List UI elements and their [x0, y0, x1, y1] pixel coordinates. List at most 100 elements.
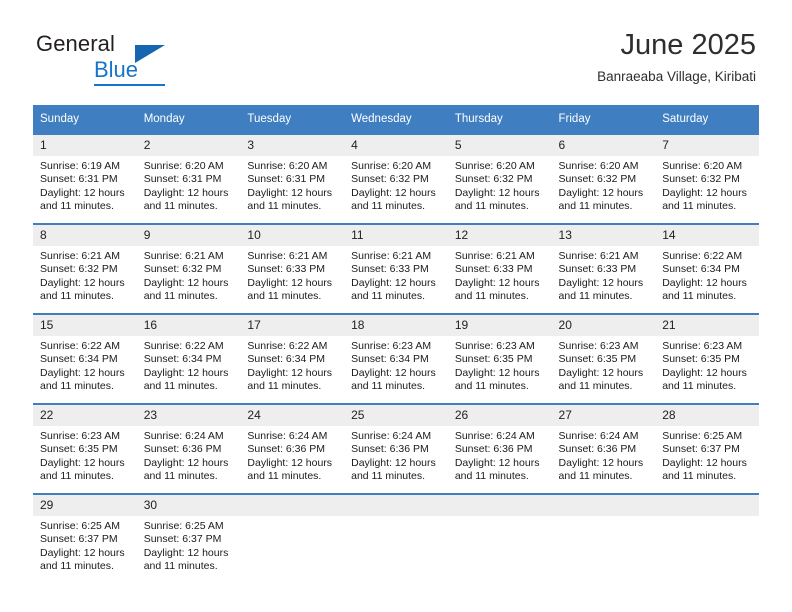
- calendar-day-cell[interactable]: 28 Sunrise: 6:25 AM Sunset: 6:37 PM Dayl…: [655, 403, 759, 494]
- day-number: 20: [551, 315, 656, 336]
- day-number: 8: [33, 225, 137, 246]
- daylight-text-line2: and 11 minutes.: [558, 290, 633, 303]
- calendar-day-cell[interactable]: 24 Sunrise: 6:24 AM Sunset: 6:36 PM Dayl…: [240, 403, 345, 494]
- sunset-text: Sunset: 6:32 PM: [558, 173, 637, 186]
- day-info: Sunrise: 6:20 AM Sunset: 6:32 PM Dayligh…: [448, 156, 552, 214]
- calendar-day-cell[interactable]: 9 Sunrise: 6:21 AM Sunset: 6:32 PM Dayli…: [136, 223, 241, 314]
- calendar-day-cell[interactable]: 20 Sunrise: 6:23 AM Sunset: 6:35 PM Dayl…: [551, 313, 656, 404]
- daylight-text-line2: and 11 minutes.: [143, 470, 218, 483]
- calendar-day-cell[interactable]: 30 Sunrise: 6:25 AM Sunset: 6:37 PM Dayl…: [136, 493, 241, 587]
- calendar-day-cell[interactable]: 6 Sunrise: 6:20 AM Sunset: 6:32 PM Dayli…: [551, 133, 656, 224]
- calendar-day-cell[interactable]: 26 Sunrise: 6:24 AM Sunset: 6:36 PM Dayl…: [447, 403, 552, 494]
- brand-logo[interactable]: General Blue: [36, 32, 216, 86]
- daylight-text-line1: Daylight: 12 hours: [143, 456, 229, 469]
- calendar-day-cell[interactable]: 25 Sunrise: 6:24 AM Sunset: 6:36 PM Dayl…: [344, 403, 448, 494]
- calendar-day-cell[interactable]: 21 Sunrise: 6:23 AM Sunset: 6:35 PM Dayl…: [655, 313, 759, 404]
- day-number: 18: [344, 315, 448, 336]
- sunrise-text: Sunrise: 6:21 AM: [558, 250, 639, 262]
- calendar-day-cell[interactable]: 7 Sunrise: 6:20 AM Sunset: 6:32 PM Dayli…: [655, 133, 759, 224]
- weekday-header-sunday: Sunday: [33, 105, 137, 134]
- daylight-text-line1: Daylight: 12 hours: [662, 366, 747, 379]
- calendar-day-cell[interactable]: 19 Sunrise: 6:23 AM Sunset: 6:35 PM Dayl…: [447, 313, 552, 404]
- daylight-text-line1: Daylight: 12 hours: [247, 276, 333, 289]
- daylight-text-line2: and 11 minutes.: [662, 290, 737, 303]
- sunrise-text: Sunrise: 6:25 AM: [143, 520, 224, 532]
- calendar-day-cell[interactable]: 27 Sunrise: 6:24 AM Sunset: 6:36 PM Dayl…: [551, 403, 656, 494]
- calendar-day-cell[interactable]: 12 Sunrise: 6:21 AM Sunset: 6:33 PM Dayl…: [447, 223, 552, 314]
- daylight-text-line2: and 11 minutes.: [454, 290, 529, 303]
- sunrise-text: Sunrise: 6:24 AM: [454, 430, 535, 442]
- calendar-day-cell[interactable]: 22 Sunrise: 6:23 AM Sunset: 6:35 PM Dayl…: [33, 403, 137, 494]
- daylight-text-line1: Daylight: 12 hours: [558, 366, 644, 379]
- day-info: Sunrise: 6:20 AM Sunset: 6:32 PM Dayligh…: [344, 156, 448, 214]
- sunrise-text: Sunrise: 6:21 AM: [454, 250, 535, 262]
- daylight-text-line2: and 11 minutes.: [143, 560, 218, 573]
- calendar-day-cell[interactable]: 4 Sunrise: 6:20 AM Sunset: 6:32 PM Dayli…: [344, 133, 448, 224]
- day-number: 9: [136, 225, 241, 246]
- calendar-day-cell[interactable]: 3 Sunrise: 6:20 AM Sunset: 6:31 PM Dayli…: [240, 133, 345, 224]
- sunset-text: Sunset: 6:33 PM: [351, 263, 429, 276]
- page-title: June 2025: [620, 29, 756, 61]
- calendar-day-cell-empty: [344, 493, 448, 587]
- daylight-text-line1: Daylight: 12 hours: [40, 366, 125, 379]
- calendar-day-cell[interactable]: 1 Sunrise: 6:19 AM Sunset: 6:31 PM Dayli…: [33, 133, 137, 224]
- day-info: Sunrise: 6:21 AM Sunset: 6:33 PM Dayligh…: [448, 246, 552, 304]
- day-number: 13: [551, 225, 656, 246]
- calendar-day-cell[interactable]: 5 Sunrise: 6:20 AM Sunset: 6:32 PM Dayli…: [447, 133, 552, 224]
- day-info: Sunrise: 6:21 AM Sunset: 6:32 PM Dayligh…: [137, 246, 241, 304]
- sunrise-text: Sunrise: 6:22 AM: [40, 340, 120, 352]
- daylight-text-line1: Daylight: 12 hours: [454, 366, 540, 379]
- calendar-day-cell[interactable]: 11 Sunrise: 6:21 AM Sunset: 6:33 PM Dayl…: [344, 223, 448, 314]
- day-info: Sunrise: 6:24 AM Sunset: 6:36 PM Dayligh…: [552, 426, 656, 484]
- calendar-day-cell-empty: [551, 493, 656, 587]
- day-info: Sunrise: 6:20 AM Sunset: 6:31 PM Dayligh…: [137, 156, 241, 214]
- sunrise-text: Sunrise: 6:24 AM: [247, 430, 328, 442]
- sunrise-text: Sunrise: 6:24 AM: [143, 430, 224, 442]
- calendar-day-cell[interactable]: 13 Sunrise: 6:21 AM Sunset: 6:33 PM Dayl…: [551, 223, 656, 314]
- day-number: 10: [240, 225, 345, 246]
- daylight-text-line1: Daylight: 12 hours: [351, 366, 436, 379]
- calendar-table: Sunday Monday Tuesday Wednesday Thursday…: [33, 105, 759, 587]
- daylight-text-line1: Daylight: 12 hours: [143, 186, 229, 199]
- sunset-text: Sunset: 6:32 PM: [351, 173, 429, 186]
- weekday-header-tuesday: Tuesday: [240, 105, 345, 134]
- day-number: 1: [33, 135, 137, 156]
- sunset-text: Sunset: 6:35 PM: [454, 353, 533, 366]
- brand-underline: [94, 84, 165, 86]
- sunrise-text: Sunrise: 6:22 AM: [662, 250, 743, 262]
- day-number: [551, 495, 656, 516]
- sunset-text: Sunset: 6:36 PM: [454, 443, 533, 456]
- daylight-text-line1: Daylight: 12 hours: [351, 276, 436, 289]
- sunset-text: Sunset: 6:35 PM: [40, 443, 118, 456]
- sunset-text: Sunset: 6:34 PM: [662, 263, 740, 276]
- calendar-day-cell[interactable]: 16 Sunrise: 6:22 AM Sunset: 6:34 PM Dayl…: [136, 313, 241, 404]
- sunrise-text: Sunrise: 6:20 AM: [662, 160, 743, 172]
- calendar-day-cell[interactable]: 23 Sunrise: 6:24 AM Sunset: 6:36 PM Dayl…: [136, 403, 241, 494]
- calendar-day-cell[interactable]: 29 Sunrise: 6:25 AM Sunset: 6:37 PM Dayl…: [33, 493, 137, 587]
- daylight-text-line1: Daylight: 12 hours: [143, 546, 229, 559]
- sunrise-text: Sunrise: 6:21 AM: [351, 250, 432, 262]
- calendar-day-cell[interactable]: 18 Sunrise: 6:23 AM Sunset: 6:34 PM Dayl…: [344, 313, 448, 404]
- calendar-day-cell[interactable]: 2 Sunrise: 6:20 AM Sunset: 6:31 PM Dayli…: [136, 133, 241, 224]
- sunrise-text: Sunrise: 6:23 AM: [40, 430, 120, 442]
- calendar-day-cell[interactable]: 10 Sunrise: 6:21 AM Sunset: 6:33 PM Dayl…: [240, 223, 345, 314]
- sunset-text: Sunset: 6:36 PM: [351, 443, 429, 456]
- day-number: [344, 495, 448, 516]
- sunrise-text: Sunrise: 6:20 AM: [558, 160, 639, 172]
- daylight-text-line1: Daylight: 12 hours: [454, 456, 540, 469]
- calendar-day-cell[interactable]: 15 Sunrise: 6:22 AM Sunset: 6:34 PM Dayl…: [33, 313, 137, 404]
- daylight-text-line2: and 11 minutes.: [454, 380, 529, 393]
- day-number: 25: [344, 405, 448, 426]
- daylight-text-line1: Daylight: 12 hours: [454, 276, 540, 289]
- day-info: Sunrise: 6:25 AM Sunset: 6:37 PM Dayligh…: [655, 426, 759, 484]
- calendar-day-cell[interactable]: 17 Sunrise: 6:22 AM Sunset: 6:34 PM Dayl…: [240, 313, 345, 404]
- day-info: Sunrise: 6:24 AM Sunset: 6:36 PM Dayligh…: [240, 426, 344, 484]
- calendar-day-cell[interactable]: 8 Sunrise: 6:21 AM Sunset: 6:32 PM Dayli…: [33, 223, 137, 314]
- day-number: 21: [655, 315, 759, 336]
- weekday-header-friday: Friday: [551, 105, 656, 134]
- calendar-day-cell[interactable]: 14 Sunrise: 6:22 AM Sunset: 6:34 PM Dayl…: [655, 223, 759, 314]
- daylight-text-line1: Daylight: 12 hours: [558, 186, 644, 199]
- daylight-text-line2: and 11 minutes.: [40, 560, 114, 573]
- daylight-text-line2: and 11 minutes.: [558, 470, 633, 483]
- day-info: Sunrise: 6:25 AM Sunset: 6:37 PM Dayligh…: [137, 516, 241, 574]
